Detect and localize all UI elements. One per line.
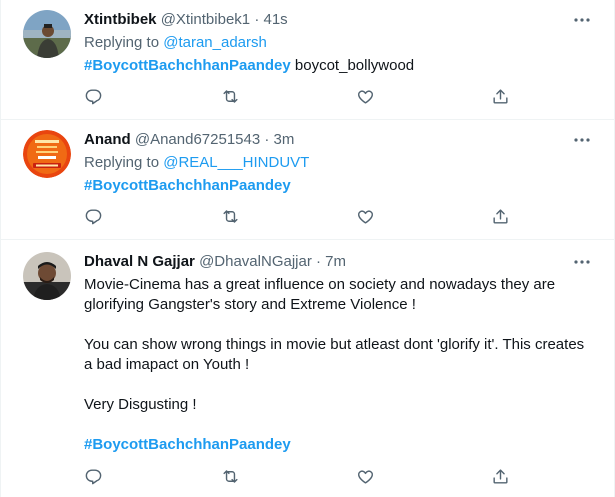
author-handle[interactable]: @DhavalNGajjar — [199, 253, 312, 270]
more-icon[interactable] — [572, 130, 592, 150]
tweet-time[interactable]: · 7m — [316, 253, 346, 270]
author-name[interactable]: Anand — [84, 131, 131, 148]
share-icon[interactable] — [489, 86, 511, 106]
tweet-paragraph: You can show wrong things in movie but a… — [84, 336, 585, 373]
replying-to: Replying to @REAL___HINDUVT — [84, 153, 594, 173]
retweet-icon[interactable] — [219, 86, 241, 106]
tweet-actions — [82, 206, 512, 226]
avatar[interactable] — [23, 130, 71, 178]
tweet-header: Dhaval N Gajjar @DhavalNGajjar · 7m — [84, 252, 594, 272]
tweet-text-content: boycot_bollywood — [290, 57, 415, 74]
tweet-actions — [82, 86, 512, 106]
tweet-paragraph: Movie-Cinema has a great influence on so… — [84, 276, 556, 313]
replying-to-label: Replying to — [84, 154, 164, 171]
tweet-body: Anand @Anand67251543 · 3m Replying to @R… — [84, 130, 594, 196]
retweet-icon[interactable] — [219, 206, 241, 226]
tweet-header: Anand @Anand67251543 · 3m — [84, 130, 594, 150]
replying-to-link[interactable]: @taran_adarsh — [163, 34, 267, 51]
reply-icon[interactable] — [82, 206, 104, 226]
tweet-paragraph: Very Disgusting ! — [84, 396, 197, 413]
timeline: Xtintbibek @Xtintbibek1 · 41s Replying t… — [0, 0, 615, 497]
tweet-hashtag-line: #BoycottBachchhanPaandey — [84, 435, 594, 455]
avatar[interactable] — [23, 10, 71, 58]
tweet-body: Dhaval N Gajjar @DhavalNGajjar · 7m Movi… — [84, 252, 594, 455]
replying-to-link[interactable]: @REAL___HINDUVT — [163, 154, 309, 171]
avatar[interactable] — [23, 252, 71, 300]
hashtag-link[interactable]: #BoycottBachchhanPaandey — [84, 436, 291, 453]
reply-icon[interactable] — [82, 86, 104, 106]
tweet-time[interactable]: · 41s — [254, 11, 287, 28]
more-icon[interactable] — [572, 10, 592, 30]
tweet-text: #BoycottBachchhanPaandey boycot_bollywoo… — [84, 56, 594, 76]
tweet-actions — [82, 466, 512, 486]
more-icon[interactable] — [572, 252, 592, 272]
tweet[interactable]: Xtintbibek @Xtintbibek1 · 41s Replying t… — [1, 0, 614, 120]
retweet-icon[interactable] — [219, 466, 241, 486]
like-icon[interactable] — [354, 86, 376, 106]
tweet[interactable]: Dhaval N Gajjar @DhavalNGajjar · 7m Movi… — [1, 240, 614, 497]
hashtag-link[interactable]: #BoycottBachchhanPaandey — [84, 57, 291, 74]
author-name[interactable]: Xtintbibek — [84, 11, 157, 28]
tweet-header: Xtintbibek @Xtintbibek1 · 41s — [84, 10, 594, 30]
tweet[interactable]: Anand @Anand67251543 · 3m Replying to @R… — [1, 120, 614, 240]
author-handle[interactable]: @Anand67251543 — [135, 131, 260, 148]
replying-to-label: Replying to — [84, 34, 164, 51]
replying-to: Replying to @taran_adarsh — [84, 33, 594, 53]
tweet-body: Xtintbibek @Xtintbibek1 · 41s Replying t… — [84, 10, 594, 76]
tweet-time[interactable]: · 3m — [264, 131, 294, 148]
author-name[interactable]: Dhaval N Gajjar — [84, 253, 195, 270]
share-icon[interactable] — [489, 206, 511, 226]
reply-icon[interactable] — [82, 466, 104, 486]
tweet-text: #BoycottBachchhanPaandey — [84, 176, 594, 196]
like-icon[interactable] — [354, 466, 376, 486]
hashtag-link[interactable]: #BoycottBachchhanPaandey — [84, 177, 291, 194]
like-icon[interactable] — [354, 206, 376, 226]
author-handle[interactable]: @Xtintbibek1 — [161, 11, 250, 28]
share-icon[interactable] — [489, 466, 511, 486]
